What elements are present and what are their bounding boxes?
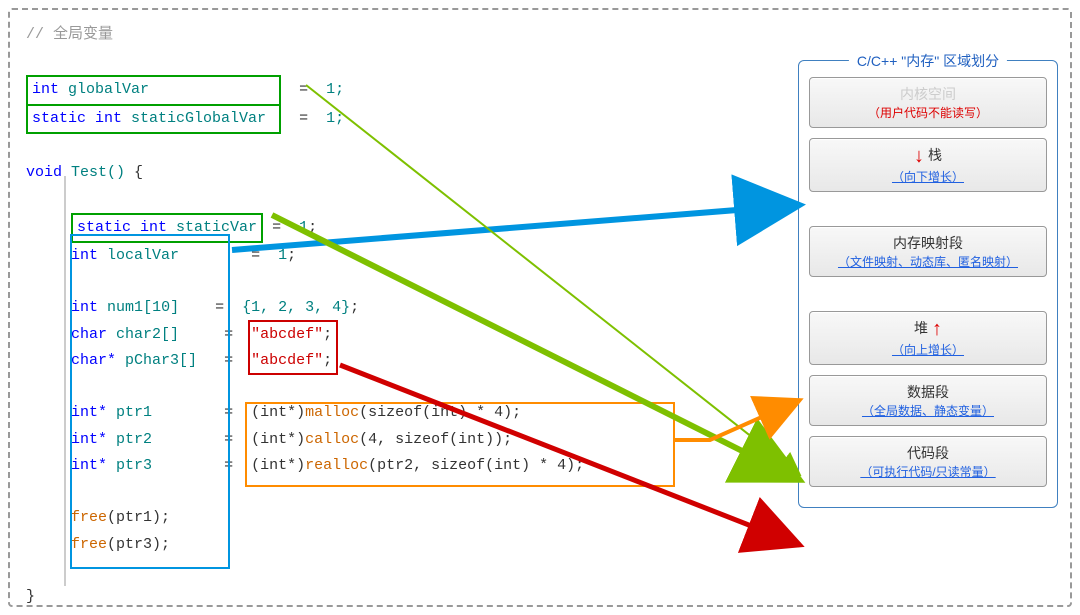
heap-arrow-up-icon: ↑ xyxy=(932,318,942,340)
memory-panel-title: C/C++ "内存" 区域划分 xyxy=(849,51,1007,71)
mem-code: 代码段 （可执行代码/只读常量） xyxy=(809,436,1047,487)
mem-data: 数据段 （全局数据、静态变量） xyxy=(809,375,1047,426)
diagram-container: // 全局变量 int globalVar = 1; static int st… xyxy=(8,8,1072,607)
function-body-bar xyxy=(64,176,66,586)
heap-alloc-box xyxy=(245,402,675,487)
global-vars-box: int globalVar xyxy=(26,75,281,105)
stack-arrow-down-icon: ↓ xyxy=(914,145,924,167)
local-vars-box xyxy=(70,234,230,569)
string-literals-box xyxy=(248,320,338,375)
mem-mmap: 内存映射段 （文件映射、动态库、匿名映射） xyxy=(809,226,1047,277)
static-global-box: static int staticGlobalVar xyxy=(26,106,281,134)
mem-heap: 堆 ↑ （向上增长） xyxy=(809,311,1047,365)
mem-kernel: 内核空间 （用户代码不能读写） xyxy=(809,77,1047,128)
mem-stack: ↓ 栈 （向下增长） xyxy=(809,138,1047,192)
memory-layout-panel: C/C++ "内存" 区域划分 内核空间 （用户代码不能读写） ↓ 栈 （向下增… xyxy=(798,60,1058,508)
global-comment: // 全局变量 xyxy=(26,22,1054,43)
